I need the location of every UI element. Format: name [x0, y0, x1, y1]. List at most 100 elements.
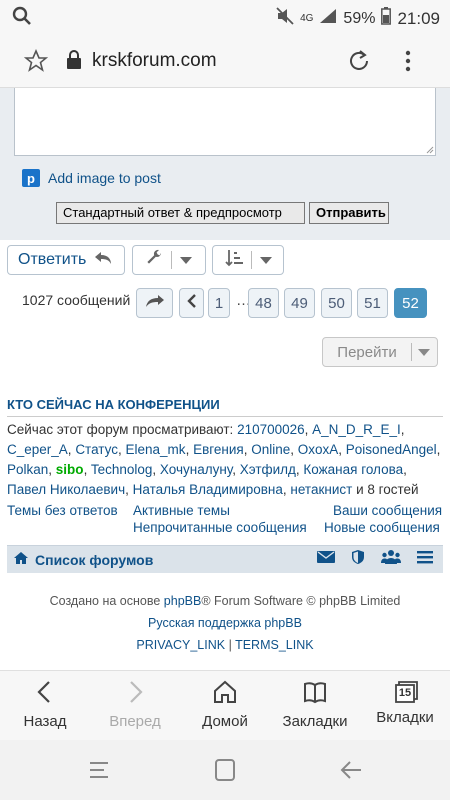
page-link[interactable]: 49	[284, 288, 315, 318]
url-text[interactable]: krskforum.com	[92, 50, 217, 72]
reply-button[interactable]: Ответить	[7, 245, 125, 275]
back-button[interactable]: Назад	[0, 671, 90, 740]
bookmarks-label: Закладки	[282, 713, 348, 730]
footer-navbar: Список форумов	[7, 545, 443, 573]
preview-button[interactable]: Стандартный ответ & предпросмотр	[56, 202, 305, 224]
online-user-link[interactable]: Elena_mk	[126, 442, 186, 457]
jump-to-page-button[interactable]	[136, 288, 173, 318]
tabs-icon: 15	[392, 679, 418, 705]
online-user-link[interactable]: sibo	[56, 462, 84, 477]
current-page: 52	[394, 288, 427, 318]
online-user-link[interactable]: Кожаная голова	[303, 462, 403, 477]
jump-arrow-icon	[145, 294, 165, 312]
forward-button[interactable]: Вперед	[90, 671, 180, 740]
online-user-link[interactable]: Евгения	[193, 442, 244, 457]
bookmarks-button[interactable]: Закладки	[270, 671, 360, 740]
home-icon	[212, 679, 238, 709]
online-user-link[interactable]: Наталья Владимировна	[133, 482, 283, 497]
online-user-link[interactable]: Хочуналуну	[160, 462, 232, 477]
add-image-link[interactable]: p Add image to post	[22, 168, 161, 188]
jump-dropdown[interactable]: Перейти	[322, 337, 438, 367]
reply-button-label: Ответить	[18, 251, 87, 268]
signal-icon	[319, 8, 337, 29]
online-user-link[interactable]: 210700026	[237, 422, 305, 437]
add-image-label[interactable]: Add image to post	[48, 170, 161, 186]
terms-link[interactable]: TERMS_LINK	[235, 638, 314, 652]
shield-icon[interactable]	[351, 549, 365, 570]
lock-icon	[66, 50, 82, 75]
hamburger-menu-icon[interactable]	[417, 550, 433, 569]
new-posts-link[interactable]: Новые сообщения	[324, 520, 440, 535]
tools-dropdown[interactable]	[132, 245, 206, 275]
online-users-text: Сейчас этот форум просматривают: 2107000…	[7, 420, 443, 500]
back-arrow-icon[interactable]	[340, 760, 362, 785]
powered-suffix: ® Forum Software © phpBB Limited	[201, 594, 401, 608]
reply-textarea[interactable]	[14, 88, 436, 156]
home-button[interactable]: Домой	[180, 671, 270, 740]
more-menu-icon[interactable]	[404, 50, 412, 77]
back-label: Назад	[23, 713, 67, 730]
online-user-link[interactable]: OxoxA	[298, 442, 339, 457]
chevron-down-icon	[260, 256, 272, 264]
battery-icon	[381, 7, 392, 30]
reply-arrow-icon	[94, 251, 112, 270]
divider	[171, 251, 172, 269]
online-user-link[interactable]: Статус	[75, 442, 118, 457]
browser-toolbar: Назад Вперед Домой Закладки 15 Вкладки	[0, 670, 450, 740]
forum-list-link[interactable]: Список форумов	[13, 551, 153, 568]
legal-links: PRIVACY_LINK | TERMS_LINK	[0, 638, 450, 652]
chevron-down-icon	[180, 256, 192, 264]
privacy-link[interactable]: PRIVACY_LINK	[136, 638, 225, 652]
page-link[interactable]: 50	[321, 288, 352, 318]
online-user-link[interactable]: A_N_D_R_E_I	[312, 422, 401, 437]
home-square-icon[interactable]	[215, 759, 235, 786]
battery-percent: 59%	[343, 9, 376, 27]
home-icon	[13, 551, 29, 568]
page-link[interactable]: 1	[208, 288, 230, 318]
online-heading: КТО СЕЙЧАС НА КОНФЕРЕНЦИИ	[7, 397, 220, 412]
page-link[interactable]: 51	[357, 288, 388, 318]
link-separator: |	[225, 638, 236, 652]
jump-label: Перейти	[337, 343, 397, 361]
submit-button[interactable]: Отправить	[309, 202, 389, 224]
online-user-link[interactable]: Technolog	[91, 462, 153, 477]
online-user-link[interactable]: Павел Николаевич	[7, 482, 125, 497]
unread-posts-link[interactable]: Непрочитанные сообщения	[133, 520, 307, 535]
online-user-link[interactable]: нетакнист	[290, 482, 352, 497]
postimage-icon: p	[22, 169, 40, 187]
home-label: Домой	[202, 713, 248, 730]
phpbb-link[interactable]: phpBB	[164, 594, 202, 608]
your-posts-link[interactable]: Ваши сообщения	[333, 503, 442, 518]
tabs-button[interactable]: 15 Вкладки	[360, 671, 450, 740]
online-user-link[interactable]: PoisonedAngel	[346, 442, 437, 457]
reload-icon[interactable]	[346, 48, 372, 79]
divider	[411, 343, 412, 361]
post-count: 1027 сообщений	[22, 292, 131, 308]
powered-prefix: Создано на основе	[49, 594, 164, 608]
users-icon[interactable]	[381, 549, 401, 570]
mute-icon	[276, 7, 294, 30]
address-bar: krskforum.com	[0, 34, 450, 88]
sort-dropdown[interactable]	[212, 245, 284, 275]
online-user-link[interactable]: Online	[251, 442, 290, 457]
recents-icon[interactable]	[88, 760, 110, 785]
active-topics-link[interactable]: Активные темы	[133, 503, 230, 518]
tab-count: 15	[398, 687, 412, 699]
divider	[7, 416, 443, 417]
russian-support-link[interactable]: Русская поддержка phpBB	[148, 616, 302, 630]
envelope-icon[interactable]	[317, 550, 335, 569]
online-user-link[interactable]: Polkan	[7, 462, 48, 477]
online-user-link[interactable]: Хэтфилд	[240, 462, 296, 477]
chevron-down-icon	[418, 348, 430, 356]
bookmark-star-icon[interactable]	[23, 48, 49, 78]
page-link[interactable]: 48	[248, 288, 279, 318]
tabs-label: Вкладки	[376, 709, 434, 726]
sort-icon	[225, 249, 243, 272]
online-user-link[interactable]: C_eper_A	[7, 442, 68, 457]
book-icon	[302, 679, 328, 709]
online-intro: Сейчас этот форум просматривают:	[7, 422, 238, 437]
chevron-left-icon	[186, 293, 197, 313]
previous-page-button[interactable]	[179, 288, 204, 318]
wrench-icon	[145, 249, 163, 272]
unanswered-topics-link[interactable]: Темы без ответов	[7, 503, 118, 518]
